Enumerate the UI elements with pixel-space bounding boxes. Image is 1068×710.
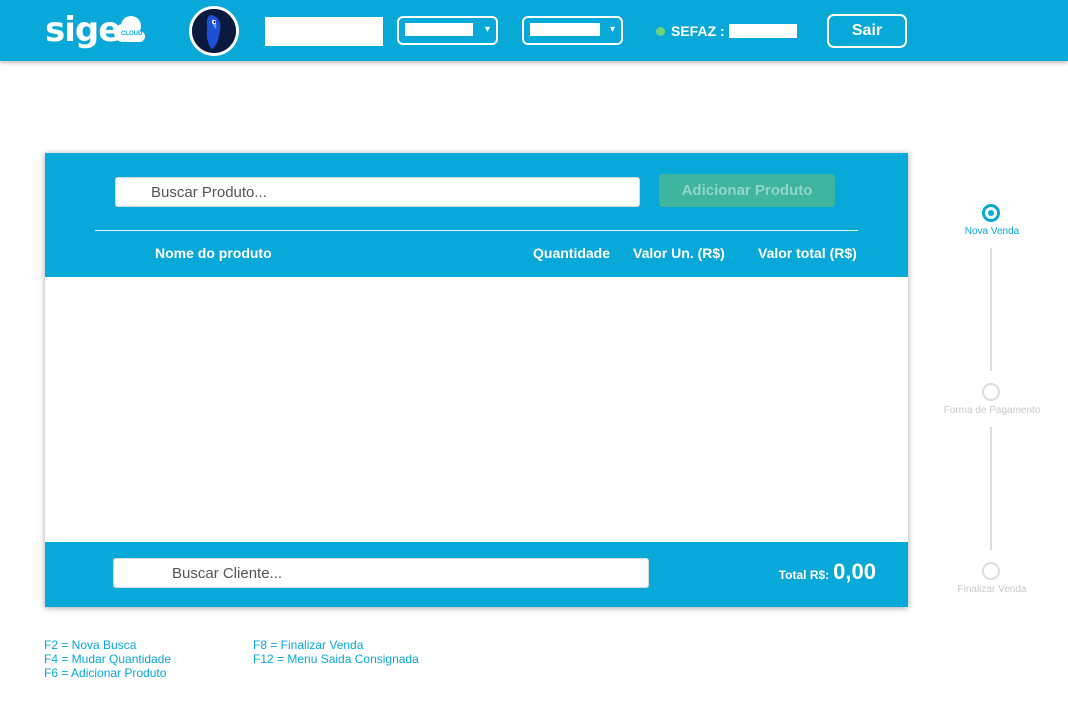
shortcut-item: F12 = Menu Saida Consignada [253,652,419,666]
sale-footer: Total R$: 0,00 [45,542,908,607]
status-dot-icon [656,26,665,36]
shortcut-item: F4 = Mudar Quantidade [44,652,172,666]
chevron-down-icon: ▾ [609,24,615,35]
shortcut-item: F2 = Nova Busca [44,638,137,652]
step-connector [990,427,992,550]
step-finish-circle[interactable] [982,562,1000,580]
avatar[interactable] [189,6,239,56]
shortcut-item: F8 = Finalizar Venda [253,638,364,652]
step-new-sale-label: Nova Venda [964,226,1020,237]
logo-text: sige [45,10,121,50]
company-name-box [265,17,383,46]
column-unit-value: Valor Un. (R$) [633,245,725,261]
product-panel-header: Adicionar Produto Nome do produto Quanti… [45,153,908,277]
shortcuts-column-2: F8 = Finalizar Venda F12 = Menu Saida Co… [253,638,419,666]
step-finish-label: Finalizar Venda [957,584,1027,595]
sale-total: Total R$: 0,00 [779,559,876,585]
company-select-value [405,23,473,36]
add-product-button[interactable]: Adicionar Produto [659,174,835,207]
column-total-value: Valor total (R$) [758,245,857,261]
cloud-icon [114,16,145,42]
sale-stepper: Nova Venda Forma de Pagamento Finalizar … [930,200,1054,600]
company-select[interactable]: ▾ [397,16,498,45]
branch-select-value [530,23,600,36]
chevron-down-icon: ▾ [484,24,490,35]
step-connector [990,248,992,371]
logo-badge: CLOUD [121,31,143,37]
column-product-name: Nome do produto [155,245,272,261]
sefaz-status-value [728,24,797,38]
step-new-sale-circle[interactable] [982,204,1000,222]
client-search-input[interactable] [113,558,649,588]
sale-panel: Adicionar Produto Nome do produto Quanti… [45,153,908,607]
shortcuts-column-1: F2 = Nova Busca F4 = Mudar Quantidade F6… [44,638,171,680]
avatar-illustration-icon [192,9,236,53]
shortcut-item: F6 = Adicionar Produto [44,666,167,680]
header-divider [95,230,858,231]
step-payment-label: Forma de Pagamento [943,405,1041,416]
logout-button[interactable]: Sair [827,14,907,48]
column-quantity: Quantidade [533,245,611,261]
branch-select[interactable]: ▾ [522,16,623,45]
sefaz-status: SEFAZ : [656,22,797,40]
total-label: Total R$: [778,568,830,582]
top-bar: sige CLOUD ▾ ▾ SEFAZ : Sair [0,0,1068,61]
step-payment-circle[interactable] [982,383,1000,401]
product-list [45,277,908,542]
total-value: 0,00 [833,559,876,584]
avatar-image [192,9,236,53]
sefaz-label: SEFAZ : [671,23,725,39]
product-search-input[interactable] [115,177,640,207]
